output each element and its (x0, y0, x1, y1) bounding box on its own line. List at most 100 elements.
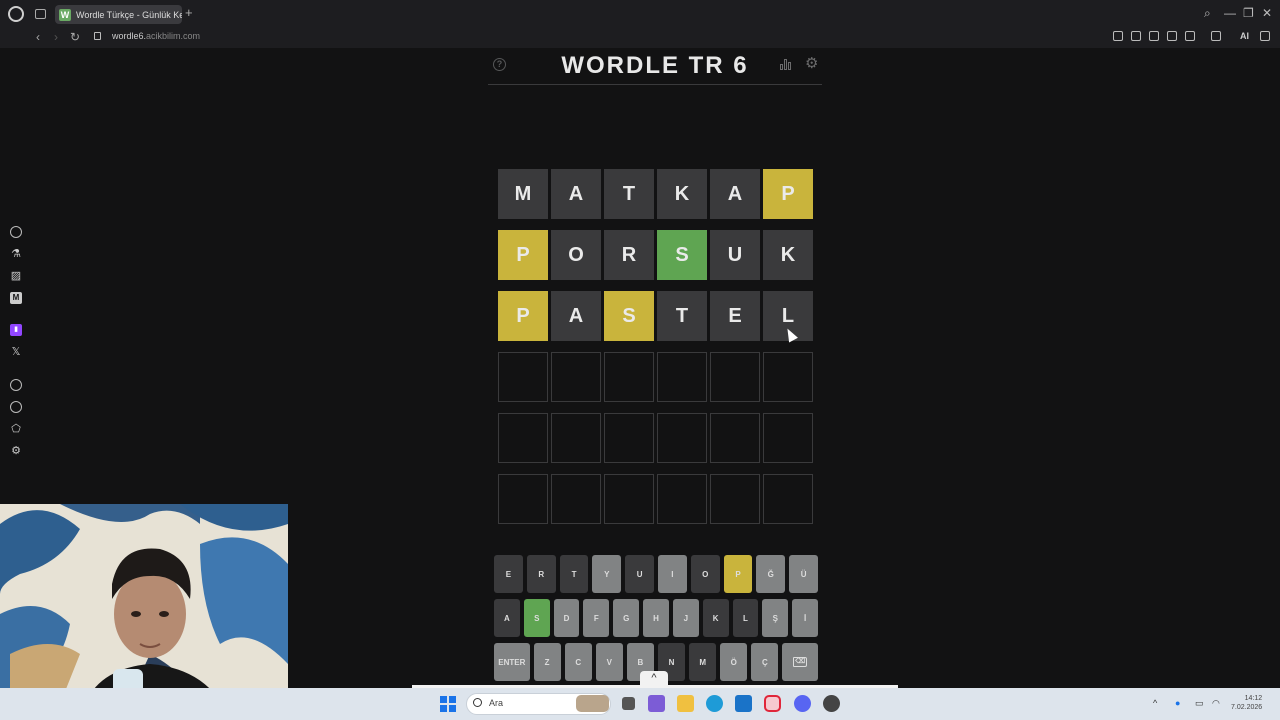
keyboard-key[interactable]: T (559, 555, 589, 593)
keyboard-key[interactable]: H (643, 599, 669, 637)
stats-icon[interactable] (780, 58, 793, 70)
flask-icon[interactable]: ⚗ (10, 248, 22, 260)
screen: W Wordle Türkçe - Günlük Ke + ⌕ — ❐ ✕ ‹ … (0, 0, 1280, 720)
keyboard-key[interactable]: K (702, 599, 729, 637)
forward-button[interactable]: › (54, 30, 58, 44)
keyboard-key[interactable]: A (494, 599, 520, 637)
keyboard-row: ASDFGHJKLŞİ (494, 599, 818, 637)
back-button[interactable]: ‹ (36, 30, 40, 44)
keyboard-key[interactable]: İ (792, 599, 818, 637)
search-tabs-icon[interactable]: ⌕ (1204, 6, 1211, 20)
tray-chevron-icon[interactable]: ^ (1153, 698, 1157, 708)
keyboard-key[interactable]: D (553, 599, 580, 637)
player-icon[interactable] (10, 379, 22, 391)
opera-logo-icon[interactable] (8, 6, 24, 22)
keyboard-key[interactable]: Ş (762, 599, 789, 637)
minimize-button[interactable]: — (1224, 6, 1236, 20)
keyboard-key[interactable]: Ğ (756, 555, 786, 593)
wifi-icon[interactable]: ◠ (1212, 698, 1220, 709)
taskbar-clock[interactable]: 14:12 7.02.2026 (1231, 694, 1262, 712)
keyboard-key[interactable]: E (494, 555, 523, 593)
play-icon[interactable] (1167, 31, 1177, 41)
heart-icon[interactable] (1185, 31, 1195, 41)
task-view-icon[interactable] (622, 697, 635, 710)
menu-icon[interactable] (1260, 31, 1270, 41)
copilot-icon[interactable] (648, 695, 665, 712)
keyboard-key[interactable]: S (523, 599, 550, 637)
settings-icon[interactable]: ⚙ (10, 445, 22, 457)
backspace-key[interactable]: ⌫ (782, 643, 818, 681)
history-clock-icon[interactable] (10, 401, 22, 413)
board-tile (710, 352, 760, 402)
pin-icon[interactable] (1113, 31, 1123, 41)
refresh-circle-icon[interactable] (10, 226, 22, 238)
extensions-icon[interactable]: ⬠ (10, 423, 22, 435)
keyboard-key[interactable]: F (583, 599, 610, 637)
gear-icon[interactable]: ⚙ (805, 56, 818, 71)
snapshot-icon[interactable] (1131, 31, 1141, 41)
twitch-icon[interactable]: ▮ (10, 324, 22, 336)
keyboard-key[interactable]: Ç (751, 643, 779, 681)
keyboard-key[interactable]: Ü (789, 555, 818, 593)
image-icon[interactable]: ▨ (10, 270, 22, 282)
keyboard-key[interactable]: L (732, 599, 759, 637)
enter-key[interactable]: ENTER (494, 643, 530, 681)
reload-button[interactable]: ↻ (70, 30, 80, 44)
keyboard-key[interactable]: Z (533, 643, 561, 681)
edge-icon[interactable] (706, 695, 723, 712)
board-tile (498, 352, 548, 402)
board-tile: E (710, 291, 760, 341)
keyboard-key[interactable]: P (723, 555, 753, 593)
board-tile: A (551, 169, 601, 219)
steam-icon[interactable] (823, 695, 840, 712)
board-tile (551, 352, 601, 402)
clock-date: 7.02.2026 (1231, 704, 1263, 711)
backspace-icon: ⌫ (793, 657, 808, 667)
tray-app-icon[interactable]: ● (1175, 698, 1180, 708)
ai-button[interactable]: AI (1240, 31, 1249, 41)
shield-icon[interactable] (1149, 31, 1159, 41)
store-icon[interactable] (735, 695, 752, 712)
keyboard-row: ERTYUIOPĞÜ (494, 555, 818, 593)
m-app-icon[interactable]: M (10, 292, 22, 304)
keyboard-key[interactable]: O (690, 555, 720, 593)
windows-start-icon[interactable] (440, 696, 456, 712)
keyboard-key[interactable]: M (689, 643, 717, 681)
taskbar-search-placeholder: Ara (489, 698, 504, 708)
close-window-button[interactable]: ✕ (1262, 6, 1272, 20)
keyboard-key[interactable]: C (564, 643, 592, 681)
search-highlight-image (576, 695, 609, 712)
board-tile (498, 474, 548, 524)
file-explorer-icon[interactable] (677, 695, 694, 712)
profile-icon[interactable] (1211, 31, 1221, 41)
chevron-up-icon[interactable]: ^ (640, 671, 668, 688)
board-tile: K (763, 230, 813, 280)
game-board: MATKAPPORSUKPASTEL (498, 169, 813, 535)
url-domain: wordle6. (112, 31, 147, 41)
browser-tab-active[interactable]: W Wordle Türkçe - Günlük Ke (55, 5, 182, 24)
board-tile: A (551, 291, 601, 341)
discord-icon[interactable] (794, 695, 811, 712)
board-tile: S (657, 230, 707, 280)
keyboard-key[interactable]: I (658, 555, 687, 593)
opera-taskbar-icon[interactable] (764, 695, 781, 712)
url-field[interactable]: wordle6.acikbilim.com (112, 31, 200, 41)
board-tile (657, 413, 707, 463)
lock-icon[interactable] (94, 32, 101, 40)
keyboard-key[interactable]: U (625, 555, 654, 593)
x-twitter-icon[interactable]: 𝕏 (10, 346, 22, 358)
tray-display-icon[interactable]: ▭ (1195, 698, 1204, 709)
tab-switcher-icon[interactable] (35, 9, 46, 19)
keyboard-key[interactable]: J (672, 599, 699, 637)
restore-button[interactable]: ❐ (1243, 6, 1254, 20)
board-tile: P (498, 291, 548, 341)
keyboard-key[interactable]: V (595, 643, 623, 681)
keyboard-key[interactable]: Y (592, 555, 622, 593)
keyboard-key[interactable]: Ö (720, 643, 748, 681)
help-icon[interactable]: ? (493, 58, 506, 71)
new-tab-button[interactable]: + (185, 6, 193, 20)
keyboard-key[interactable]: R (526, 555, 556, 593)
board-tile: K (657, 169, 707, 219)
keyboard-key[interactable]: G (613, 599, 640, 637)
board-row (498, 413, 813, 463)
